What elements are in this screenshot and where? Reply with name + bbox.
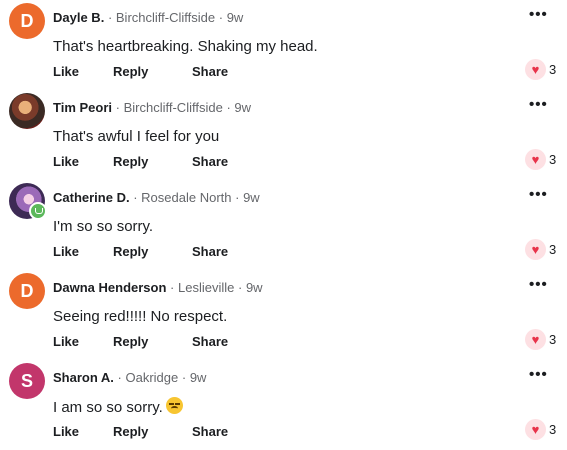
- more-options-icon[interactable]: •••: [529, 276, 548, 293]
- avatar[interactable]: S: [9, 363, 45, 399]
- heart-icon: ♥: [525, 149, 546, 170]
- reaction-summary[interactable]: ♥ 3: [525, 239, 565, 261]
- neighbor-badge-icon: [29, 202, 47, 220]
- author-location[interactable]: Leslieville: [178, 280, 234, 295]
- author-name[interactable]: Sharon A.: [53, 370, 114, 385]
- reaction-count: 3: [549, 62, 557, 77]
- avatar[interactable]: D: [9, 273, 45, 309]
- comment-item: Tim Peori · Birchcliff-Cliffside · 9w ••…: [0, 90, 567, 180]
- share-button[interactable]: Share: [192, 334, 228, 349]
- more-options-icon[interactable]: •••: [529, 6, 548, 23]
- share-button[interactable]: Share: [192, 244, 228, 259]
- disappointed-face-icon: [165, 397, 183, 414]
- like-button[interactable]: Like: [53, 64, 79, 79]
- like-button[interactable]: Like: [53, 424, 79, 439]
- comment-meta: Catherine D. · Rosedale North · 9w: [53, 190, 260, 206]
- separator-dot: ·: [133, 190, 142, 205]
- comment-text: I'm so so sorry.: [53, 218, 154, 235]
- reply-button[interactable]: Reply: [113, 64, 148, 79]
- reply-button[interactable]: Reply: [113, 424, 148, 439]
- like-button[interactable]: Like: [53, 334, 79, 349]
- like-button[interactable]: Like: [53, 244, 79, 259]
- author-location[interactable]: Birchcliff-Cliffside: [124, 100, 223, 115]
- share-button[interactable]: Share: [192, 154, 228, 169]
- comment-text: That's awful I feel for you: [53, 128, 220, 145]
- author-name[interactable]: Tim Peori: [53, 100, 112, 115]
- reaction-count: 3: [549, 242, 557, 257]
- comment-meta: Tim Peori · Birchcliff-Cliffside · 9w: [53, 100, 251, 116]
- reply-button[interactable]: Reply: [113, 244, 148, 259]
- reaction-summary[interactable]: ♥ 3: [525, 149, 565, 171]
- comment-item: S Sharon A. · Oakridge · 9w ••• I am so …: [0, 360, 567, 450]
- more-options-icon[interactable]: •••: [529, 366, 548, 383]
- comment-text: I am so so sorry.: [53, 397, 183, 418]
- heart-icon: ♥: [525, 59, 546, 80]
- heart-icon: ♥: [525, 239, 546, 260]
- comment-text: Seeing red!!!!! No respect.: [53, 308, 228, 325]
- reaction-count: 3: [549, 422, 557, 437]
- author-name[interactable]: Catherine D.: [53, 190, 130, 205]
- comment-item: D Dayle B. · Birchcliff-Cliffside · 9w •…: [0, 0, 567, 90]
- comment-time: 9w: [245, 280, 263, 295]
- separator-dot: ·: [218, 10, 227, 25]
- comment-item: D Dawna Henderson · Leslieville · 9w •••…: [0, 270, 567, 360]
- comment-time: 9w: [189, 370, 207, 385]
- reaction-summary[interactable]: ♥ 3: [525, 59, 565, 81]
- heart-icon: ♥: [525, 419, 546, 440]
- comment-text-content: I am so so sorry.: [53, 399, 163, 416]
- author-name[interactable]: Dayle B.: [53, 10, 104, 25]
- separator-dot: ·: [238, 280, 246, 295]
- separator-dot: ·: [117, 370, 126, 385]
- comment-time: 9w: [243, 190, 260, 205]
- separator-dot: ·: [181, 370, 190, 385]
- comment-meta: Dawna Henderson · Leslieville · 9w: [53, 280, 263, 296]
- reaction-summary[interactable]: ♥ 3: [525, 329, 565, 351]
- heart-icon: ♥: [525, 329, 546, 350]
- avatar[interactable]: [9, 93, 45, 129]
- comment-item: Catherine D. · Rosedale North · 9w ••• I…: [0, 180, 567, 270]
- share-button[interactable]: Share: [192, 424, 228, 439]
- comment-time: 9w: [226, 10, 244, 25]
- reaction-count: 3: [549, 152, 557, 167]
- like-button[interactable]: Like: [53, 154, 79, 169]
- author-location[interactable]: Birchcliff-Cliffside: [116, 10, 215, 25]
- reply-button[interactable]: Reply: [113, 154, 148, 169]
- reaction-count: 3: [549, 332, 557, 347]
- avatar[interactable]: D: [9, 3, 45, 39]
- comment-meta: Dayle B. · Birchcliff-Cliffside · 9w: [53, 10, 243, 26]
- comment-text: That's heartbreaking. Shaking my head.: [53, 38, 318, 55]
- comment-meta: Sharon A. · Oakridge · 9w: [53, 370, 206, 386]
- more-options-icon[interactable]: •••: [529, 186, 548, 203]
- separator-dot: ·: [107, 10, 116, 25]
- more-options-icon[interactable]: •••: [529, 96, 548, 113]
- share-button[interactable]: Share: [192, 64, 228, 79]
- separator-dot: ·: [115, 100, 124, 115]
- separator-dot: ·: [235, 190, 244, 205]
- reply-button[interactable]: Reply: [113, 334, 148, 349]
- separator-dot: ·: [170, 280, 178, 295]
- author-name[interactable]: Dawna Henderson: [53, 280, 166, 295]
- reaction-summary[interactable]: ♥ 3: [525, 419, 565, 441]
- author-location[interactable]: Rosedale North: [141, 190, 231, 205]
- author-location[interactable]: Oakridge: [126, 370, 179, 385]
- comment-time: 9w: [234, 100, 252, 115]
